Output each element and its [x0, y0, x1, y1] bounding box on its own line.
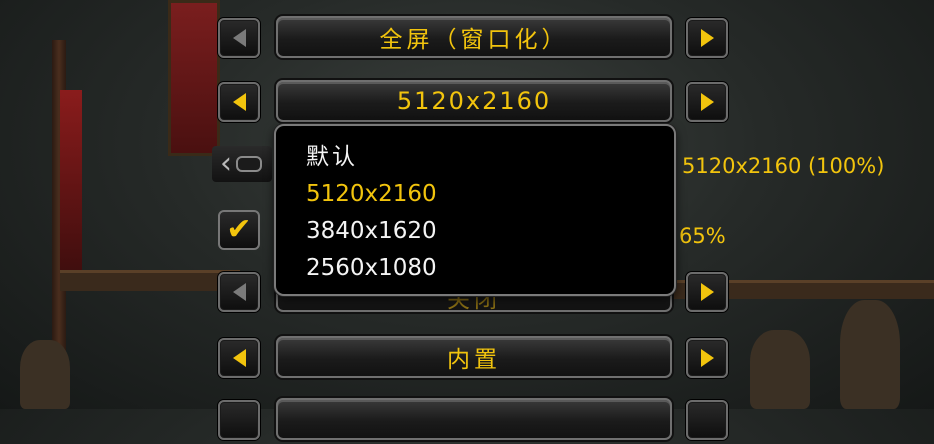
render-scale-slider[interactable]: ‹: [212, 146, 272, 182]
resolution-dropdown: 默认 5120x2160 3840x1620 2560x1080: [274, 124, 676, 296]
gpu-next-button[interactable]: [686, 338, 728, 378]
checkmark-icon: ✔: [226, 212, 252, 247]
dropdown-item-5120x2160[interactable]: 5120x2160: [306, 177, 674, 214]
background-banner: [168, 0, 220, 156]
display-mode-prev-button[interactable]: [218, 18, 260, 58]
display-mode-selector[interactable]: 全屏（窗口化）: [276, 16, 672, 58]
next-setting-selector[interactable]: [276, 398, 672, 440]
background-figure: [750, 330, 810, 409]
triangle-right-icon: [700, 349, 714, 367]
triangle-right-icon: [700, 93, 714, 111]
resolution-selector[interactable]: 5120x2160: [276, 80, 672, 122]
next-setting-row: [218, 398, 730, 444]
triangle-right-icon: [700, 283, 714, 301]
gpu-prev-button[interactable]: [218, 338, 260, 378]
gpu-selector[interactable]: 内置: [276, 336, 672, 378]
render-scale-readout: 5120x2160 (100%): [682, 154, 885, 178]
dropdown-item-2560x1080[interactable]: 2560x1080: [306, 251, 674, 288]
background-figure: [840, 300, 900, 409]
gamma-readout: 65%: [679, 224, 726, 248]
resolution-next-button[interactable]: [686, 82, 728, 122]
triangle-left-icon: [232, 349, 246, 367]
vsync-prev-button[interactable]: [218, 272, 260, 312]
slider-track[interactable]: [236, 156, 262, 172]
resolution-prev-button[interactable]: [218, 82, 260, 122]
dropdown-item-3840x1620[interactable]: 3840x1620: [306, 214, 674, 251]
next-setting-prev-button[interactable]: [218, 400, 260, 440]
triangle-left-icon: [232, 93, 246, 111]
triangle-right-icon: [700, 29, 714, 47]
gamma-checkbox[interactable]: ✔: [218, 210, 260, 250]
background-fence: [60, 270, 240, 291]
background-figure: [20, 340, 70, 409]
resolution-row: 5120x2160: [218, 80, 730, 126]
background-flag: [60, 90, 82, 280]
next-setting-next-button[interactable]: [686, 400, 728, 440]
display-mode-next-button[interactable]: [686, 18, 728, 58]
chevron-left-icon: ‹: [220, 146, 232, 181]
triangle-left-icon: [232, 29, 246, 47]
vsync-next-button[interactable]: [686, 272, 728, 312]
dropdown-item-default[interactable]: 默认: [306, 140, 674, 177]
triangle-left-icon: [232, 283, 246, 301]
display-mode-row: 全屏（窗口化）: [218, 16, 730, 62]
gpu-row: 内置: [218, 336, 730, 382]
